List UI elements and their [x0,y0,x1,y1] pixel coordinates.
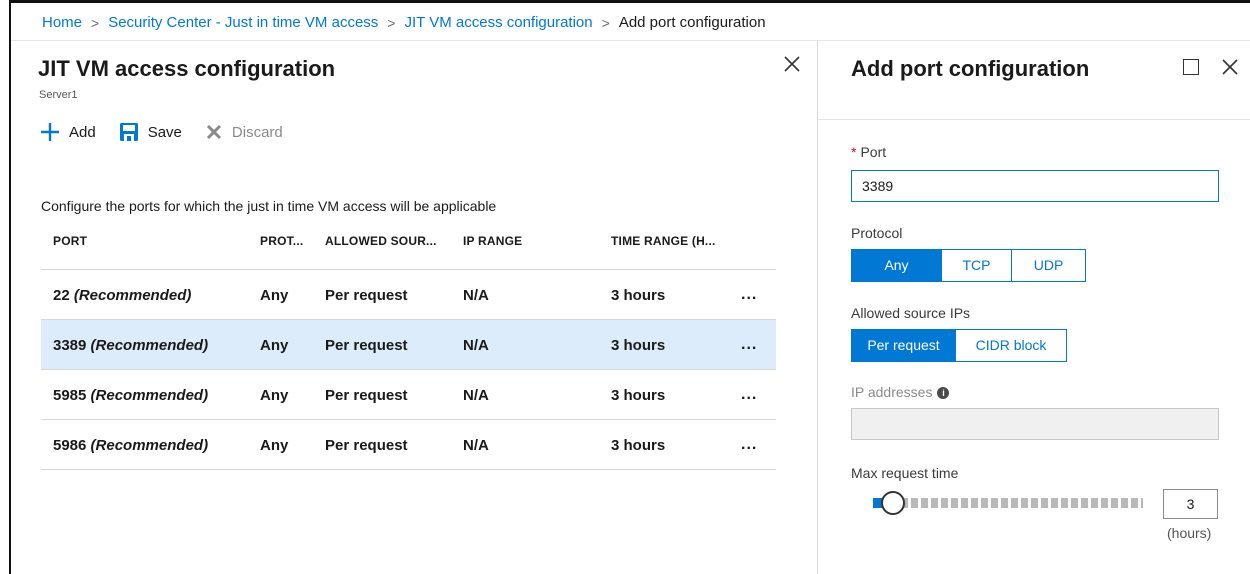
breadcrumb-separator: > [601,14,610,31]
ip-addresses-label: IP addresses i [851,384,950,400]
max-request-time-input[interactable]: 3 [1163,489,1218,519]
slider-thumb[interactable] [881,491,905,515]
column-header-port[interactable]: PORT [53,234,87,248]
add-button[interactable]: Add [39,121,96,143]
jit-config-blade: JIT VM access configuration Server1 Add … [11,40,817,574]
ellipsis-icon[interactable]: ... [741,286,757,304]
column-header-time-range[interactable]: TIME RANGE (H... [611,234,716,248]
port-number: 5985 [53,387,87,404]
save-button-label: Save [147,123,182,141]
breadcrumb-security-center[interactable]: Security Center - Just in time VM access [108,14,378,31]
maximize-icon[interactable] [1183,59,1199,75]
breadcrumb-current: Add port configuration [618,14,766,31]
port-number: 5986 [53,437,87,454]
required-marker: * [851,144,857,160]
ip-addresses-input [851,408,1219,440]
allowed-source-option-cidr-block[interactable]: CIDR block [956,330,1066,361]
protocol-cell: Any [260,437,289,454]
breadcrumb-separator: > [91,14,100,31]
protocol-option-tcp[interactable]: TCP [942,250,1012,281]
allowed-source-cell: Per request [325,387,408,404]
ports-table-header: PORT PROT... ALLOWED SOUR... IP RANGE TI… [41,230,776,270]
port-number: 22 [53,287,70,304]
hours-unit-label: (hours) [1167,525,1212,541]
allowed-source-option-per-request[interactable]: Per request [852,330,956,361]
allowed-source-label: Allowed source IPs [851,305,971,321]
port-number: 3389 [53,337,87,354]
recommended-tag: (Recommended) [90,437,209,454]
ip-range-cell: N/A [463,337,489,354]
allowed-source-cell: Per request [325,337,408,354]
column-header-protocol[interactable]: PROT... [260,234,303,248]
time-range-cell: 3 hours [611,337,666,354]
add-button-label: Add [69,123,96,141]
protocol-label: Protocol [851,225,903,241]
command-bar: Add Save Discard [39,121,305,143]
ellipsis-icon[interactable]: ... [741,336,757,354]
column-header-ip-range[interactable]: IP RANGE [463,234,522,248]
add-port-blade: Add port configuration *Port Protocol An… [817,40,1250,574]
breadcrumb-separator: > [387,14,396,31]
close-icon[interactable] [781,53,803,75]
ip-range-cell: N/A [463,387,489,404]
recommended-tag: (Recommended) [90,387,209,404]
time-range-cell: 3 hours [611,387,666,404]
column-header-allowed-source[interactable]: ALLOWED SOUR... [325,234,437,248]
table-row[interactable]: 3389 (Recommended) Any Per request N/A 3… [41,320,776,370]
protocol-option-any[interactable]: Any [852,250,942,281]
max-request-time-slider[interactable] [873,491,1143,515]
protocol-option-udp[interactable]: UDP [1012,250,1085,281]
time-range-cell: 3 hours [611,287,666,304]
ellipsis-icon[interactable]: ... [741,436,757,454]
blade-title: JIT VM access configuration [38,56,336,81]
frame-top-border [9,0,1250,3]
protocol-selector: Any TCP UDP [851,249,1086,282]
ip-range-cell: N/A [463,437,489,454]
allowed-source-selector: Per request CIDR block [851,329,1067,362]
ip-addresses-label-text: IP addresses [851,384,933,400]
close-icon[interactable] [1219,56,1241,78]
blade-subtitle: Server1 [39,89,78,101]
protocol-cell: Any [260,287,289,304]
port-cell: 3389 (Recommended) [53,337,208,354]
port-cell: 5985 (Recommended) [53,387,208,404]
save-icon [119,123,138,141]
table-row[interactable]: 22 (Recommended) Any Per request N/A 3 h… [41,270,776,320]
port-label: * Port [851,144,886,160]
x-icon [206,124,221,140]
slider-track [891,498,1143,508]
port-cell: 22 (Recommended) [53,287,191,304]
plus-icon [41,123,59,141]
header-divider [818,119,1250,120]
table-row[interactable]: 5986 (Recommended) Any Per request N/A 3… [41,420,776,470]
save-button[interactable]: Save [118,121,182,143]
info-icon[interactable]: i [937,387,950,399]
ip-range-cell: N/A [463,287,489,304]
recommended-tag: (Recommended) [90,337,209,354]
ports-description: Configure the ports for which the just i… [41,198,497,214]
breadcrumb: Home > Security Center - Just in time VM… [42,14,766,31]
max-request-time-label: Max request time [851,465,959,481]
port-cell: 5986 (Recommended) [53,437,208,454]
port-input[interactable] [851,170,1219,202]
breadcrumb-home[interactable]: Home [42,14,82,31]
discard-button-label: Discard [231,123,283,141]
allowed-source-cell: Per request [325,287,408,304]
port-label-text: Port [860,144,887,160]
protocol-cell: Any [260,387,289,404]
ellipsis-icon[interactable]: ... [741,386,757,404]
add-port-title: Add port configuration [851,56,1090,81]
time-range-cell: 3 hours [611,437,666,454]
table-row[interactable]: 5985 (Recommended) Any Per request N/A 3… [41,370,776,420]
discard-button[interactable]: Discard [204,122,283,142]
allowed-source-cell: Per request [325,437,408,454]
protocol-cell: Any [260,337,289,354]
recommended-tag: (Recommended) [73,287,192,304]
breadcrumb-jit-config[interactable]: JIT VM access configuration [404,14,592,31]
